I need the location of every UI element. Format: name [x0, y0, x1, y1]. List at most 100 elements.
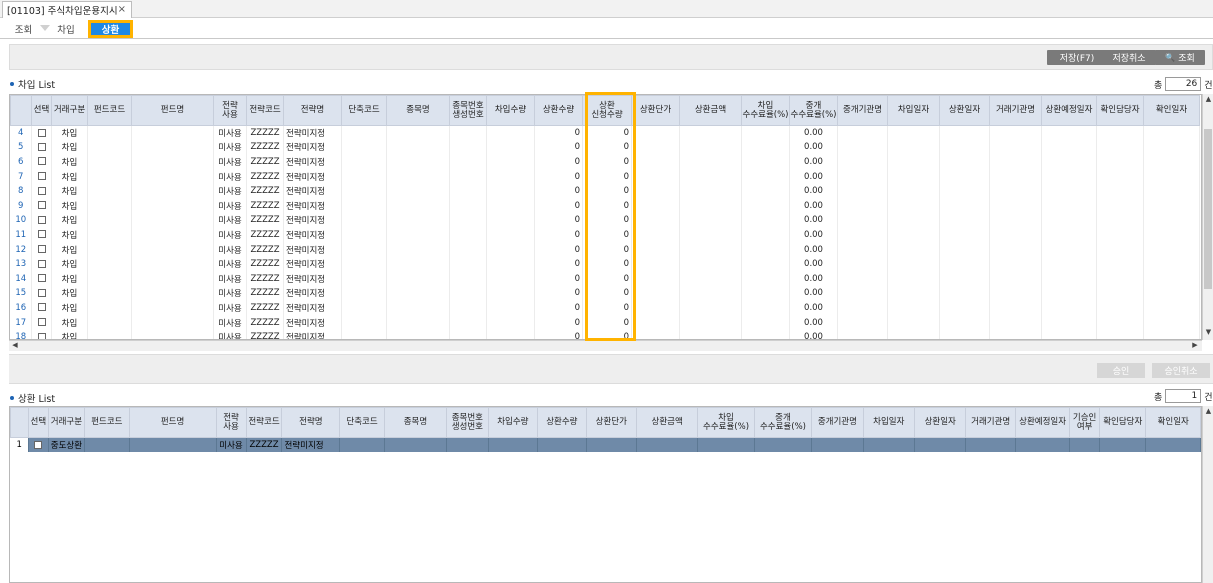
checkbox[interactable] — [37, 157, 46, 166]
checkbox[interactable] — [37, 215, 46, 224]
close-icon[interactable]: × — [118, 4, 126, 15]
borrow-grid-hscrollbar[interactable]: ◀ ▶ — [9, 340, 1202, 351]
table-row[interactable]: 16 차입 미사용 ZZZZZ 전략미지정 0 0 0.00 — [10, 300, 1200, 316]
tab-inquiry[interactable]: 조회 — [6, 20, 41, 38]
checkbox[interactable] — [37, 172, 46, 181]
repay-header-21[interactable]: 상환예정일자 — [1014, 407, 1071, 438]
repay-request-qty[interactable]: 0 — [582, 198, 632, 214]
repay-header-14[interactable]: 상환금액 — [635, 407, 699, 438]
repay-header-3[interactable]: 펀드코드 — [84, 407, 130, 438]
select-cell[interactable] — [31, 198, 52, 214]
borrow-header-23[interactable]: 확인담당자 — [1096, 95, 1144, 126]
table-row[interactable]: 11 차입 미사용 ZZZZZ 전략미지정 0 0 0.00 — [10, 227, 1200, 243]
borrow-header-1[interactable]: 선택 — [31, 95, 52, 126]
select-cell[interactable] — [31, 183, 52, 199]
select-cell[interactable] — [31, 271, 52, 287]
table-row[interactable]: 15 차입 미사용 ZZZZZ 전략미지정 0 0 0.00 — [10, 286, 1200, 301]
borrow-header-12[interactable]: 상환수량 — [534, 95, 583, 126]
checkbox[interactable] — [37, 186, 46, 195]
repay-request-qty[interactable]: 0 — [582, 300, 632, 316]
select-cell[interactable] — [31, 125, 52, 141]
checkbox[interactable] — [37, 259, 46, 268]
repay-header-8[interactable]: 단축코드 — [339, 407, 385, 438]
repay-request-qty[interactable]: 0 — [582, 140, 632, 155]
borrow-header-18[interactable]: 중개기관명 — [837, 95, 888, 126]
repay-header-16[interactable]: 중개 수수료율(%) — [753, 407, 813, 438]
table-row[interactable]: 4 차입 미사용 ZZZZZ 전략미지정 0 0 0.00 — [10, 125, 1200, 141]
select-cell[interactable] — [31, 140, 52, 155]
borrow-header-20[interactable]: 상환일자 — [939, 95, 990, 126]
repay-header-23[interactable]: 확인담당자 — [1098, 407, 1147, 438]
repay-request-qty[interactable]: 0 — [582, 213, 632, 228]
repay-header-11[interactable]: 차입수량 — [487, 407, 539, 438]
borrow-header-11[interactable]: 차입수량 — [486, 95, 535, 126]
scroll-right-icon[interactable]: ▶ — [1190, 341, 1200, 349]
checkbox[interactable] — [37, 318, 46, 327]
borrow-header-4[interactable]: 펀드명 — [131, 95, 214, 126]
table-row[interactable]: 17 차입 미사용 ZZZZZ 전략미지정 0 0 0.00 — [10, 315, 1200, 330]
repay-request-qty[interactable]: 0 — [582, 154, 632, 170]
select-cell[interactable] — [31, 169, 52, 184]
repay-request-qty[interactable]: 0 — [582, 256, 632, 272]
window-tab[interactable]: [01103] 주식차입운용지시 × — [2, 1, 132, 18]
checkbox[interactable] — [34, 440, 43, 449]
table-row[interactable]: 7 차입 미사용 ZZZZZ 전략미지정 0 0 0.00 — [10, 169, 1200, 184]
repay-grid-vscrollbar[interactable]: ▲ — [1202, 406, 1213, 583]
borrow-header-6[interactable]: 전략코드 — [246, 95, 284, 126]
table-row[interactable]: 18 차입 미사용 ZZZZZ 전략미지정 0 0 0.00 — [10, 329, 1200, 339]
select-cell[interactable] — [31, 300, 52, 316]
repay-header-19[interactable]: 상환일자 — [914, 407, 967, 438]
borrow-header-13[interactable]: 상환 신청수량 — [582, 95, 632, 126]
repay-header-10[interactable]: 종목번호 생성번호 — [446, 407, 489, 438]
checkbox[interactable] — [37, 274, 46, 283]
select-cell[interactable] — [28, 437, 49, 453]
table-row[interactable]: 9 차입 미사용 ZZZZZ 전략미지정 0 0 0.00 — [10, 198, 1200, 214]
select-cell[interactable] — [31, 329, 52, 339]
cancel-save-button[interactable]: 저장취소 — [1102, 50, 1156, 65]
repay-header-1[interactable]: 선택 — [27, 407, 49, 438]
borrow-header-17[interactable]: 중개 수수료율(%) — [789, 95, 838, 126]
repay-header-17[interactable]: 중개기관명 — [811, 407, 864, 438]
borrow-header-15[interactable]: 상환금액 — [679, 95, 742, 126]
repay-header-20[interactable]: 거래기관명 — [965, 407, 1016, 438]
borrow-header-0[interactable] — [10, 95, 32, 126]
repay-header-7[interactable]: 전략명 — [281, 407, 341, 438]
repay-header-15[interactable]: 차입 수수료율(%) — [697, 407, 755, 438]
checkbox[interactable] — [37, 332, 46, 339]
repay-request-qty[interactable]: 0 — [582, 169, 632, 184]
repay-header-9[interactable]: 종목명 — [383, 407, 448, 438]
repay-request-qty[interactable]: 0 — [582, 271, 632, 287]
repay-header-0[interactable] — [10, 407, 29, 438]
table-row[interactable]: 6 차입 미사용 ZZZZZ 전략미지정 0 0 0.00 — [10, 154, 1200, 170]
tab-borrow[interactable]: 차입 — [47, 20, 85, 38]
select-cell[interactable] — [31, 315, 52, 330]
scroll-left-icon[interactable]: ◀ — [10, 341, 20, 349]
checkbox[interactable] — [37, 201, 46, 210]
borrow-header-8[interactable]: 단축코드 — [341, 95, 387, 126]
table-row[interactable]: 5 차입 미사용 ZZZZZ 전략미지정 0 0 0.00 — [10, 140, 1200, 155]
repay-header-2[interactable]: 거래구분 — [47, 407, 86, 438]
borrow-header-3[interactable]: 펀드코드 — [87, 95, 132, 126]
checkbox[interactable] — [37, 142, 46, 151]
save-button[interactable]: 저장(F7) — [1047, 50, 1107, 65]
table-row[interactable]: 8 차입 미사용 ZZZZZ 전략미지정 0 0 0.00 — [10, 183, 1200, 199]
repay-header-22[interactable]: 기승인 여부 — [1069, 407, 1100, 438]
repay-header-5[interactable]: 전략 사용 — [215, 407, 247, 438]
select-cell[interactable] — [31, 213, 52, 228]
borrow-header-21[interactable]: 거래기관명 — [989, 95, 1042, 126]
borrow-grid-vscrollbar[interactable]: ▲ ▼ — [1202, 94, 1213, 340]
borrow-header-10[interactable]: 종목번호 생성번호 — [449, 95, 487, 126]
repay-header-24[interactable]: 확인일자 — [1145, 407, 1201, 438]
tab-repay[interactable]: 상환 — [88, 20, 133, 38]
repay-request-qty[interactable]: 0 — [582, 242, 632, 257]
repay-header-18[interactable]: 차입일자 — [862, 407, 916, 438]
table-row[interactable]: 10 차입 미사용 ZZZZZ 전략미지정 0 0 0.00 — [10, 213, 1200, 228]
repay-header-6[interactable]: 전략코드 — [245, 407, 283, 438]
search-button[interactable]: 🔍 조회 — [1155, 50, 1205, 65]
borrow-header-14[interactable]: 상환단가 — [631, 95, 680, 126]
repay-request-qty[interactable]: 0 — [582, 329, 632, 339]
checkbox[interactable] — [37, 288, 46, 297]
repay-header-4[interactable]: 펀드명 — [128, 407, 217, 438]
repay-header-12[interactable]: 상환수량 — [537, 407, 587, 438]
borrow-header-22[interactable]: 상환예정일자 — [1041, 95, 1097, 126]
